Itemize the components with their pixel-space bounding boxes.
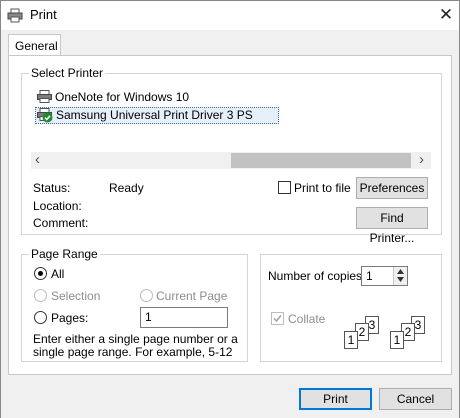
location-label: Location: (33, 199, 82, 213)
printer-name: OneNote for Windows 10 (55, 90, 190, 104)
page-range-group-title: Page Range (29, 247, 100, 261)
page-range-hint: Enter either a single page number or a s… (33, 332, 238, 359)
spin-up-icon[interactable] (397, 269, 404, 274)
printer-icon (7, 8, 23, 23)
collate-page: 1 (344, 331, 358, 349)
status-label: Status: (33, 181, 71, 195)
print-button[interactable]: Print (299, 388, 372, 410)
scroll-left-icon[interactable]: ‹ (35, 151, 40, 168)
print-to-file-label[interactable]: Print to file (294, 181, 351, 195)
pages-label[interactable]: Pages: (51, 311, 88, 325)
scroll-thumb[interactable] (231, 153, 411, 168)
select-printer-group-title: Select Printer (29, 66, 106, 80)
all-pages-radio[interactable] (34, 267, 47, 280)
copies-spinner[interactable] (393, 267, 407, 285)
printer-list-scrollbar[interactable]: ‹ › (31, 151, 431, 169)
close-icon: ✕ (438, 5, 454, 24)
pages-input[interactable]: 1 (140, 307, 228, 328)
printer-name: Samsung Universal Print Driver 3 PS (56, 108, 253, 122)
close-button[interactable]: ✕ (435, 4, 457, 26)
comment-label: Comment: (33, 216, 89, 230)
collate-checkbox[interactable] (271, 312, 284, 325)
selection-label[interactable]: Selection (51, 289, 100, 303)
cancel-button[interactable]: Cancel (379, 388, 452, 410)
tab-general-label: General (15, 39, 58, 53)
current-page-label[interactable]: Current Page (156, 289, 227, 303)
printer-icon (37, 90, 52, 103)
status-value: Ready (109, 181, 144, 195)
spin-down-icon[interactable] (397, 277, 404, 282)
collate-page: 1 (390, 331, 404, 349)
printer-item-samsung[interactable]: Samsung Universal Print Driver 3 PS (35, 107, 279, 124)
print-dialog: Print ✕ General Select Printer OneNote f… (0, 0, 460, 418)
pages-radio[interactable] (34, 311, 47, 324)
copies-value: 1 (366, 269, 373, 283)
collate-label[interactable]: Collate (288, 312, 325, 326)
title-bar[interactable]: Print ✕ (1, 1, 459, 30)
number-of-copies-label: Number of copies: (268, 269, 366, 283)
preferences-button[interactable]: Preferences (356, 177, 428, 199)
check-icon (273, 315, 282, 323)
find-printer-button[interactable]: Find Printer... (356, 207, 428, 245)
collate-illustration: 3 2 1 3 2 1 (341, 314, 436, 356)
radio-dot (38, 271, 43, 276)
selection-radio[interactable] (34, 289, 47, 302)
scroll-right-icon[interactable]: › (419, 151, 424, 168)
print-to-file-checkbox[interactable] (278, 181, 291, 194)
current-page-radio[interactable] (140, 289, 153, 302)
window-title: Print (30, 7, 57, 22)
tab-general[interactable]: General (8, 34, 61, 56)
all-pages-label[interactable]: All (51, 267, 64, 281)
default-printer-check-icon (42, 112, 53, 123)
printer-item-onenote[interactable]: OneNote for Windows 10 (35, 89, 225, 106)
